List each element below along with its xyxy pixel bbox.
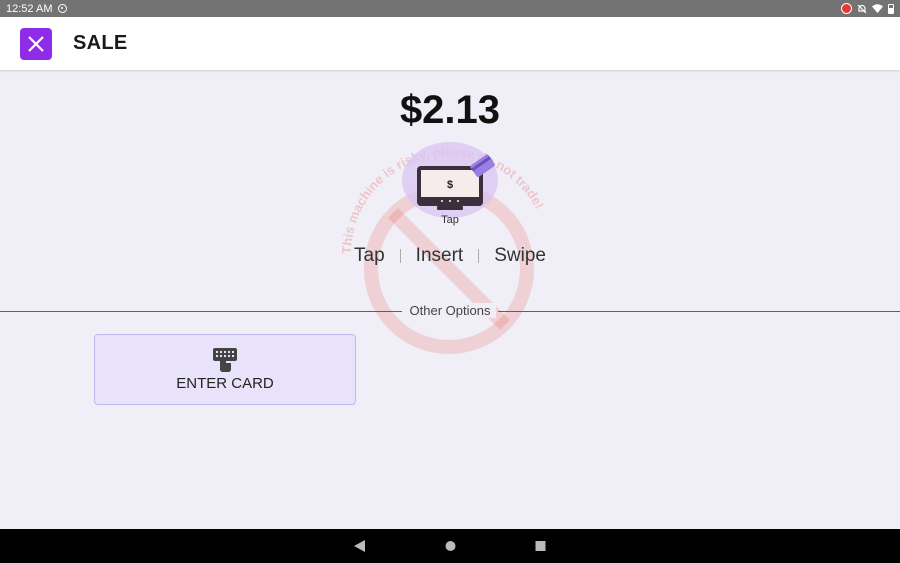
home-icon[interactable] <box>445 540 456 552</box>
enter-card-button[interactable]: ENTER CARD <box>94 334 356 405</box>
method-swipe: Swipe <box>494 245 546 266</box>
mute-icon <box>857 4 867 13</box>
other-options-label: Other Options <box>0 303 900 318</box>
status-bar: 12:52 AM <box>0 0 900 17</box>
dollar-symbol: $ <box>447 179 453 191</box>
method-tap: Tap <box>354 245 385 266</box>
close-button[interactable] <box>20 27 52 60</box>
alert-icon <box>841 3 852 14</box>
page-title: SALE <box>73 32 128 54</box>
recents-icon[interactable] <box>535 540 546 552</box>
method-divider <box>399 249 401 263</box>
battery-icon <box>888 3 894 14</box>
back-icon[interactable] <box>354 540 365 552</box>
tap-label: Tap <box>441 214 459 226</box>
sale-amount: $2.13 <box>399 88 501 132</box>
close-icon <box>28 35 44 52</box>
status-time: 12:52 AM <box>6 2 53 15</box>
app-bar: SALE <box>0 17 900 70</box>
wifi-icon <box>872 4 883 13</box>
enter-card-label: ENTER CARD <box>176 375 274 392</box>
payment-methods: Tap Insert Swipe <box>0 245 900 267</box>
keypad-icon <box>213 348 237 372</box>
status-icons <box>841 3 894 14</box>
method-insert: Insert <box>415 245 464 266</box>
screen-record-icon <box>58 4 68 13</box>
system-nav-bar <box>0 529 900 563</box>
method-divider <box>478 249 480 263</box>
